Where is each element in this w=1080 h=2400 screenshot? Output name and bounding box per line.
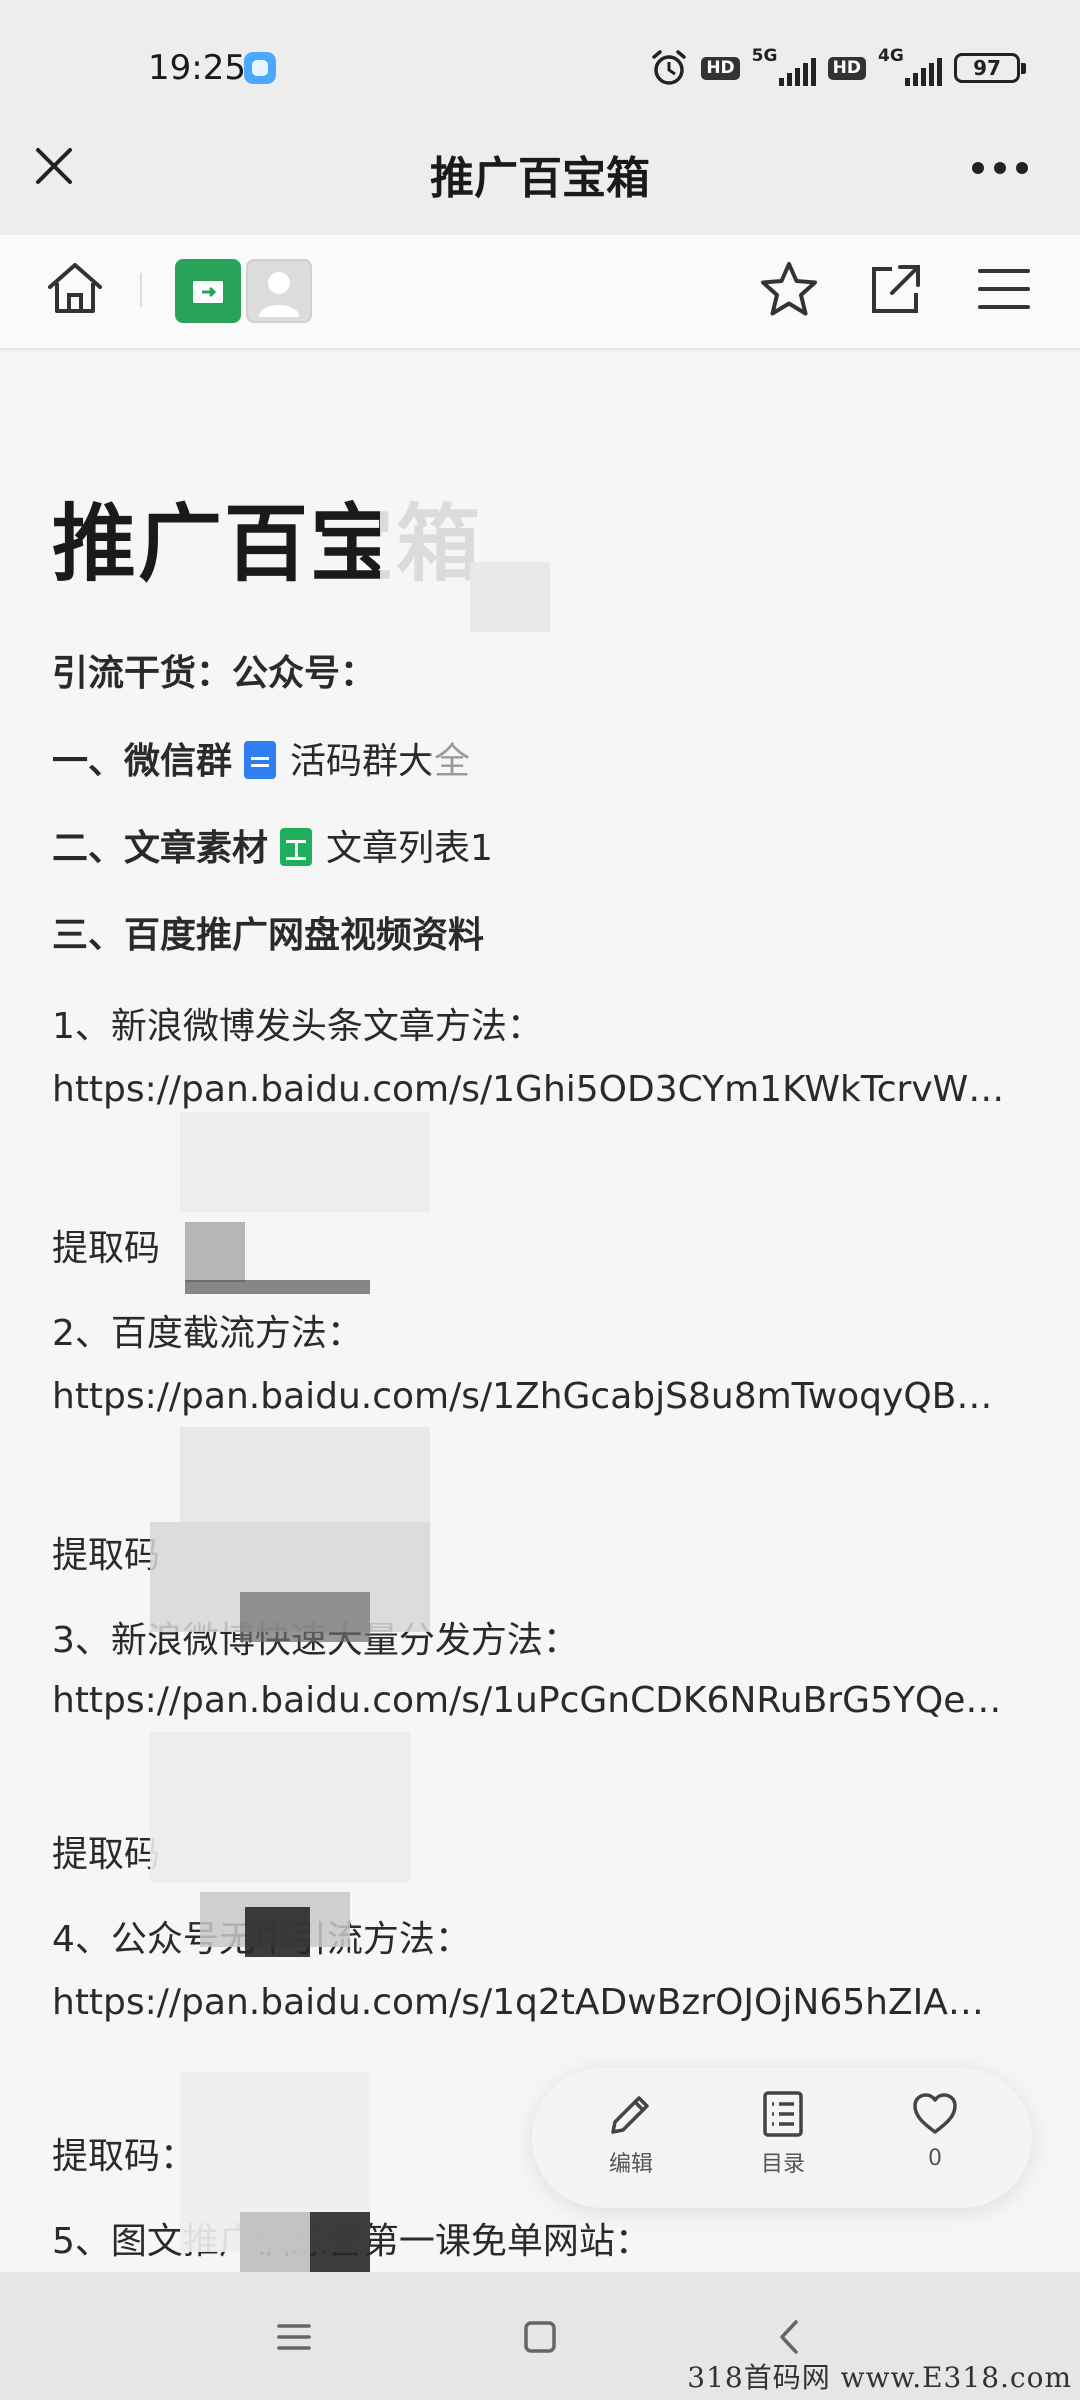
recents-menu-icon[interactable] [271, 2314, 317, 2360]
more-options-icon[interactable] [970, 160, 1030, 176]
doc-link[interactable]: https://pan.baidu.com/s/1Ghi5OD3CYm1KWkT… [52, 1069, 1004, 1110]
home-icon[interactable] [44, 257, 106, 319]
battery-indicator: 97 [954, 53, 1026, 83]
signal-bars-icon [778, 58, 816, 86]
redaction-block [245, 1212, 370, 1282]
redaction-block [185, 1222, 245, 1282]
title-bar: 推广百宝箱 [0, 120, 1080, 235]
redaction-block [150, 1732, 410, 1882]
doc-link[interactable]: https://pan.baidu.com/s/1ZhGcabjS8u8mTwo… [52, 1376, 992, 1417]
doc-line-code: 提取码 [52, 1535, 161, 1576]
toolbar-divider [140, 273, 142, 307]
doc-blue-icon [244, 741, 277, 779]
network-4g-label: 4G [878, 46, 904, 66]
doc-line-item: 2、百度截流方法： [52, 1313, 363, 1354]
menu-icon[interactable] [976, 261, 1032, 317]
redaction-block [240, 1592, 370, 1642]
doc-line-code: 提取码： [52, 2136, 197, 2177]
redaction-block [185, 1280, 370, 1294]
doc-line-wechat-group: 一、微信群 活码群大全 [52, 732, 470, 784]
open-external-icon[interactable] [866, 261, 924, 319]
doc-link[interactable]: https://pan.baidu.com/s/1uPcGnCDK6NRuBrG… [52, 1680, 1001, 1721]
pencil-icon [611, 2096, 649, 2134]
status-time: 19:25 [148, 48, 246, 88]
doc-line-source: 引流干货：公众号： [52, 653, 377, 694]
section-heading: 二、文章素材 [52, 828, 269, 869]
toc-label: 目录 [760, 2152, 805, 2177]
doc-line-section3: 三、百度推广网盘视频资料 [52, 915, 485, 956]
redaction-block [240, 2212, 310, 2272]
document-toolbar [0, 235, 1080, 350]
redaction-block [470, 562, 550, 632]
star-icon[interactable] [758, 259, 820, 321]
signal-5g: 5G [752, 46, 816, 86]
hd-badge: HD [701, 56, 740, 80]
status-indicators: HD 5G HD 4G 97 [649, 46, 1026, 88]
status-bar: 19:25 HD 5G HD 4G 97 [0, 0, 1080, 120]
toc-button[interactable]: 目录 [728, 2088, 838, 2198]
alarm-icon [652, 50, 687, 85]
hd-badge-2: HD [827, 56, 866, 80]
redaction-block [310, 2212, 370, 2272]
redaction-block [180, 1112, 430, 1212]
edit-label: 编辑 [608, 2152, 653, 2177]
doc-link[interactable]: https://pan.baidu.com/s/1q2tADwBzrOJOjN6… [52, 1982, 984, 2023]
doc-line-code: 提取码 [52, 1834, 161, 1875]
like-count: 0 [928, 2146, 942, 2171]
document-content: 推广百宝箱 引流干货：公众号： 一、微信群 活码群大全 二、文章素材 文章列表1 三… [0, 352, 1080, 2272]
user-avatar[interactable] [246, 259, 312, 323]
folder-icon[interactable] [175, 259, 241, 323]
site-watermark: 318首码网 www.E318.com [687, 2361, 1072, 2394]
sheet-green-icon [280, 828, 313, 866]
signal-4g: 4G [878, 46, 942, 86]
redaction-block [245, 1907, 310, 1957]
network-5g-label: 5G [751, 46, 778, 66]
redaction-block [180, 1427, 430, 1522]
like-button[interactable]: 0 [880, 2088, 990, 2198]
page-title: 推广百宝箱 [430, 153, 650, 204]
app-notification-icon [244, 52, 276, 84]
doc-line-item: 1、新浪微博发头条文章方法： [52, 1006, 543, 1047]
back-chevron-icon[interactable] [767, 2314, 813, 2360]
section-heading: 一、微信群 [52, 741, 233, 782]
redaction-block [390, 632, 620, 732]
heart-icon [913, 2093, 957, 2134]
redaction-block [430, 732, 530, 792]
signal-bars-icon-2 [905, 58, 942, 86]
table-of-contents-icon [763, 2091, 803, 2137]
doc-line-code: 提取码 [52, 1228, 161, 1269]
attachment-link[interactable]: 文章列表1 [326, 828, 493, 869]
edit-button[interactable]: 编辑 [576, 2088, 686, 2198]
doc-line-articles: 二、文章素材 文章列表1 [52, 819, 493, 871]
system-navigation-bar: 318首码网 www.E318.com [0, 2272, 1080, 2400]
floating-action-panel: 编辑 目录 0 [532, 2068, 1032, 2208]
home-square-icon[interactable] [517, 2314, 563, 2360]
